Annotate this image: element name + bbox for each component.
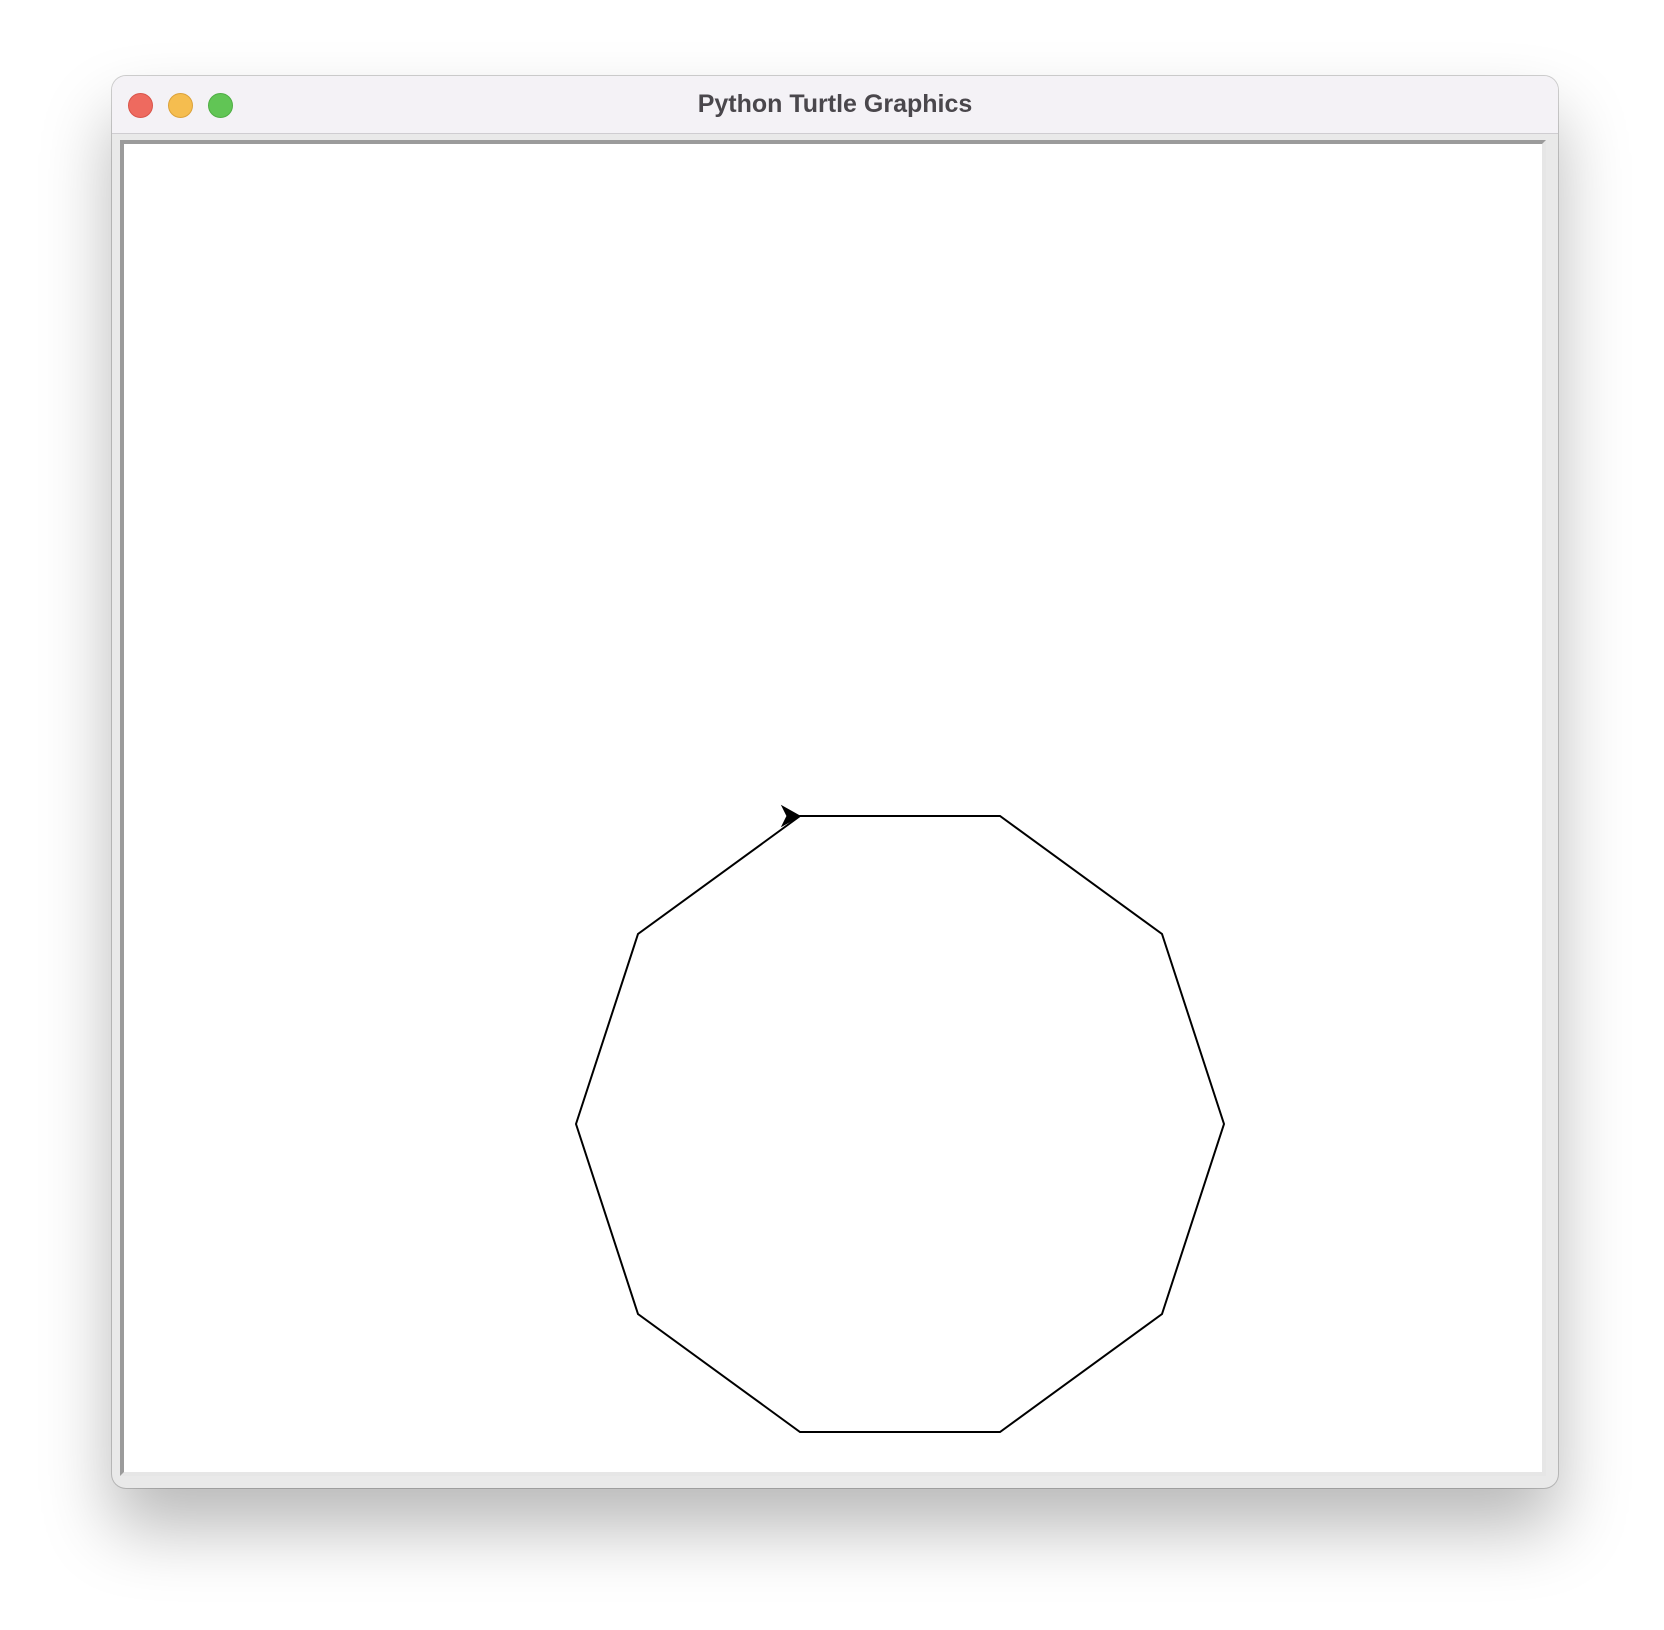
- decagon-path: [574, 815, 1226, 1433]
- turtle-canvas[interactable]: [124, 144, 1542, 1472]
- title-bar[interactable]: Python Turtle Graphics: [112, 76, 1558, 134]
- turtle-window: Python Turtle Graphics: [112, 76, 1558, 1488]
- turtle-canvas-frame: [120, 140, 1546, 1476]
- window-title: Python Turtle Graphics: [697, 90, 973, 118]
